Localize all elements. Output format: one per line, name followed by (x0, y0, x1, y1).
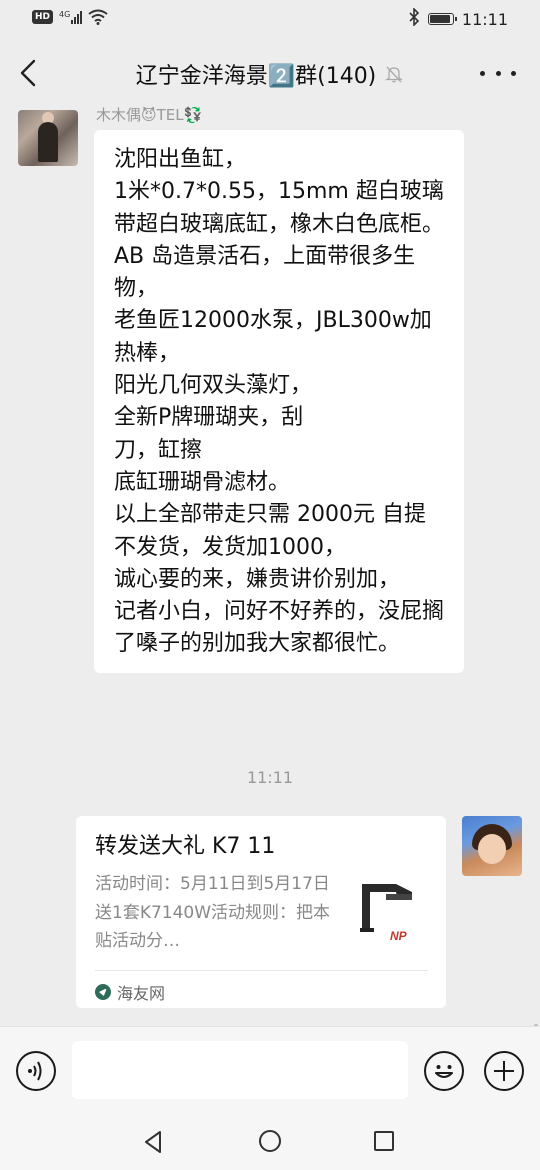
message-line: 沈阳出鱼缸， (114, 147, 247, 172)
message-line: 以上全部带走只需 2000元 自提不发货，发货加1000， (114, 502, 426, 560)
message-line: 全新P牌珊瑚夹，刮 (114, 405, 304, 431)
message-line: 记者小白，问好不好养的，没屁搁了嗓子的别加我大家都很忙。 (114, 599, 445, 657)
bluetooth-icon (408, 7, 420, 30)
my-avatar[interactable] (462, 816, 522, 876)
thumbnail-brand: NP (390, 929, 408, 943)
more-button[interactable] (480, 66, 516, 80)
system-nav-bar (0, 1114, 540, 1170)
message-line: 阳光几何双头藻灯， (114, 373, 313, 399)
card-description: 活动时间：5月11日到5月17日送1套K7140W活动规则：把本贴活动分… (95, 874, 331, 951)
wifi-icon (88, 9, 108, 25)
plus-icon (494, 1061, 514, 1081)
bell-muted-icon (384, 64, 404, 90)
card-thumbnail: NP (356, 878, 424, 948)
status-bar: HD 4G 11:11 (0, 0, 540, 38)
emoji-icon (435, 1065, 453, 1078)
message-line: 1米*0.7*0.55，15mm 超白玻璃带超白玻璃底缸，橡木白色底柜。 (114, 179, 445, 237)
group-name: 辽宁金洋海景2️⃣群(140) (135, 64, 377, 89)
voice-button[interactable] (16, 1051, 56, 1091)
message-line: 诚心要的来，嫌贵讲价别加， (114, 566, 401, 592)
chat-area[interactable]: 木木偶😈TEL💱 沈阳出鱼缸， 1米*0.7*0.55，15mm 超白玻璃带超白… (0, 104, 540, 1026)
triangle-back-icon (145, 1131, 161, 1153)
more-dots-icon (480, 70, 485, 76)
message-line: 老鱼匠12000水泵，JBL300w加热棒， (114, 308, 432, 366)
hd-badge: HD (32, 10, 54, 24)
message-line: 刀，缸擦 (114, 437, 203, 463)
chat-header: 辽宁金洋海景2️⃣群(140) (0, 38, 540, 110)
card-title: 转发送大礼 K7 11 (95, 834, 276, 859)
nav-back-button[interactable] (142, 1130, 166, 1158)
sender-name: 木木偶😈TEL💱 (96, 106, 203, 124)
chat-timestamp: 11:11 (246, 768, 294, 787)
signal-icon: 4G (59, 9, 83, 24)
card-source-name: 海友网 (117, 984, 166, 1003)
sender-avatar[interactable] (18, 110, 78, 166)
k7-lamp-thumbnail: NP (360, 884, 412, 943)
message-bubble[interactable]: 沈阳出鱼缸， 1米*0.7*0.55，15mm 超白玻璃带超白玻璃底缸，橡木白色… (94, 130, 464, 673)
message-line: AB 岛造景活石，上面带很多生物， (114, 243, 416, 302)
message-input[interactable] (72, 1041, 408, 1099)
network-type: 4G (59, 9, 71, 19)
emoji-button[interactable] (424, 1051, 464, 1091)
card-divider (95, 970, 428, 971)
circle-home-icon[interactable] (259, 1130, 281, 1152)
battery-fill (429, 15, 451, 23)
input-bar (0, 1026, 540, 1115)
shared-link-card[interactable]: 转发送大礼 K7 11 活动时间：5月11日到5月17日送1套K7140W活动规… (76, 816, 446, 1008)
haiyou-logo-icon (95, 984, 111, 1000)
status-right: 11:11 (408, 7, 508, 30)
card-source: 海友网 (95, 980, 165, 1004)
plus-button[interactable] (484, 1051, 524, 1091)
square-recent-icon[interactable] (374, 1131, 394, 1151)
voice-icon (28, 1061, 42, 1081)
signal-bars (71, 10, 83, 24)
status-left: HD 4G (32, 9, 108, 25)
message-line: 底缸珊瑚骨滤材。 (114, 469, 291, 495)
battery-icon (427, 13, 457, 25)
chat-title: 辽宁金洋海景2️⃣群(140) (0, 58, 540, 90)
status-time: 11:11 (461, 9, 508, 29)
